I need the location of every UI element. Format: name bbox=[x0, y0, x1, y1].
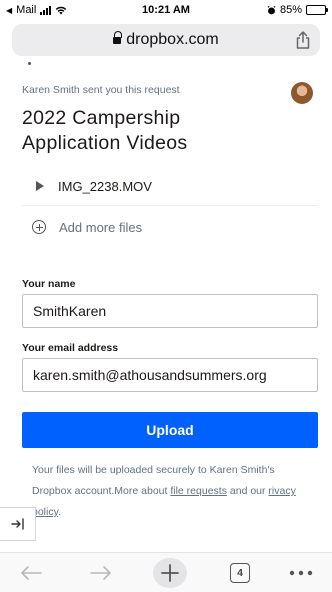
footer-text-3: . bbox=[58, 506, 61, 518]
tabs-button[interactable]: 4 bbox=[229, 561, 251, 585]
browser-toolbar: 4 bbox=[0, 552, 332, 592]
status-bar: ◀ Mail 10:21 AM 85% bbox=[0, 0, 332, 22]
email-label: Your email address bbox=[22, 342, 119, 354]
forward-arrow-icon bbox=[90, 566, 111, 580]
battery-percent: 85% bbox=[279, 4, 302, 16]
add-more-files-button[interactable]: Add more files bbox=[22, 210, 318, 244]
new-tab-button[interactable] bbox=[153, 558, 187, 588]
address-bar[interactable]: dropbox.com bbox=[12, 24, 320, 56]
play-icon[interactable] bbox=[36, 181, 44, 191]
tab-count: 4 bbox=[230, 563, 250, 583]
add-circle-icon bbox=[32, 220, 46, 234]
name-label: Your name bbox=[22, 278, 76, 290]
file-name: IMG_2238.MOV bbox=[58, 179, 152, 194]
more-menu-button[interactable] bbox=[288, 561, 314, 585]
email-input[interactable] bbox=[22, 358, 318, 392]
forward-button[interactable] bbox=[88, 561, 114, 585]
share-icon[interactable] bbox=[294, 30, 312, 50]
plus-icon bbox=[161, 564, 179, 582]
expand-right-icon bbox=[10, 518, 24, 530]
more-dots-icon bbox=[289, 570, 313, 576]
name-input[interactable] bbox=[22, 294, 318, 328]
dropbox-logo-fragment bbox=[28, 62, 31, 65]
back-button[interactable] bbox=[18, 561, 44, 585]
url-text: dropbox.com bbox=[126, 31, 219, 48]
battery-icon bbox=[306, 5, 328, 15]
file-requests-link[interactable]: file requests bbox=[170, 485, 227, 497]
footer-text-2: and our bbox=[226, 485, 269, 497]
alarm-icon bbox=[267, 5, 276, 14]
upload-button[interactable]: Upload bbox=[22, 412, 318, 448]
lock-icon bbox=[113, 31, 123, 45]
footer-note: Your files will be uploaded securely to … bbox=[32, 460, 302, 523]
expand-panel-button[interactable] bbox=[0, 507, 36, 541]
url-display[interactable]: dropbox.com bbox=[113, 31, 219, 49]
status-right: 85% bbox=[267, 4, 328, 16]
file-row[interactable]: IMG_2238.MOV bbox=[22, 168, 318, 206]
avatar bbox=[291, 82, 313, 104]
page-title: 2022 Campership Application Videos bbox=[22, 107, 188, 154]
back-arrow-icon bbox=[21, 566, 42, 580]
add-more-files-label: Add more files bbox=[59, 220, 143, 235]
sender-text: Karen Smith sent you this request bbox=[22, 84, 180, 96]
